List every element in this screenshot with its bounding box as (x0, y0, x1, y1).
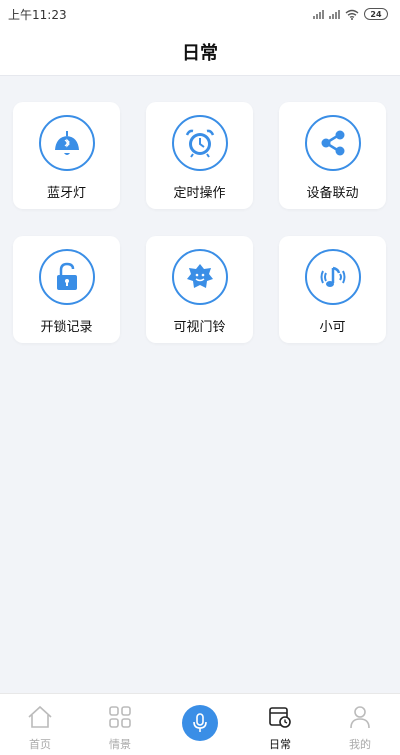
card-timer-operation[interactable]: 定时操作 (146, 102, 253, 209)
page-title: 日常 (182, 42, 218, 64)
card-unlock-records[interactable]: 开锁记录 (13, 236, 120, 343)
voice-assistant-icon (304, 249, 361, 305)
status-bar: 上午11:23 24 (0, 0, 400, 28)
scene-grid-icon (108, 704, 132, 730)
card-label: 设备联动 (306, 186, 359, 201)
card-bluetooth-lamp[interactable]: 蓝牙灯 (13, 102, 120, 209)
doorbell-icon (171, 249, 228, 305)
nav-item-mine[interactable]: 我的 (320, 694, 400, 752)
nav-item-scene[interactable]: 情景 (80, 694, 160, 752)
card-label: 可视门铃 (173, 320, 226, 335)
nav-item-voice[interactable] (160, 694, 240, 741)
signal-icon (313, 9, 324, 19)
alarm-clock-icon (171, 115, 228, 171)
page-header: 日常 (0, 28, 400, 76)
user-icon (348, 704, 372, 730)
signal-icon (329, 9, 340, 19)
bluetooth-lamp-icon (38, 115, 95, 171)
card-label: 开锁记录 (40, 320, 93, 335)
battery-level: 24 (370, 9, 382, 19)
wifi-icon (345, 9, 359, 20)
nav-label: 我的 (349, 738, 371, 751)
status-time: 上午11:23 (8, 7, 67, 22)
nav-item-daily[interactable]: 日常 (240, 694, 320, 752)
daily-calendar-icon (268, 704, 292, 730)
unlock-icon (38, 249, 95, 305)
card-device-linkage[interactable]: 设备联动 (279, 102, 386, 209)
card-label: 定时操作 (173, 186, 226, 201)
nav-label: 日常 (269, 738, 291, 751)
status-icons: 24 (313, 8, 388, 20)
nav-label: 情景 (109, 738, 131, 751)
nav-item-home[interactable]: 首页 (0, 694, 80, 752)
home-icon (27, 704, 53, 730)
battery-icon: 24 (364, 8, 388, 20)
bottom-nav: 首页 情景 日常 我的 (0, 693, 400, 755)
microphone-icon[interactable] (182, 705, 218, 741)
feature-grid: 蓝牙灯 定时操作 设备联动 开锁记录 可视门铃 小可 (13, 102, 387, 343)
card-label: 小可 (319, 320, 346, 335)
card-video-doorbell[interactable]: 可视门铃 (146, 236, 253, 343)
share-icon (304, 115, 361, 171)
card-label: 蓝牙灯 (46, 186, 86, 201)
nav-label: 首页 (29, 738, 51, 751)
card-xiaoke[interactable]: 小可 (279, 236, 386, 343)
